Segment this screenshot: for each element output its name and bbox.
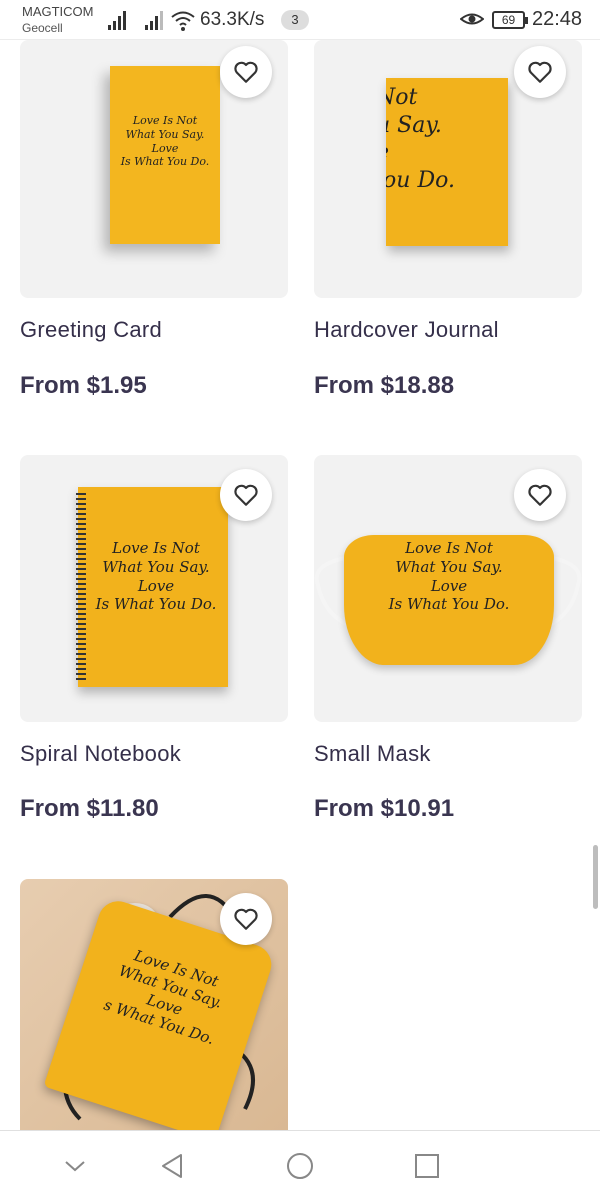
mask-artwork: Love Is Not What You Say. Love Is What Y… xyxy=(344,535,554,665)
heart-outline-icon xyxy=(528,484,552,506)
network-speed: 63.3K/s xyxy=(200,9,265,30)
heart-outline-icon xyxy=(234,61,258,83)
favorite-button[interactable] xyxy=(514,46,566,98)
chevron-down-icon xyxy=(65,1161,85,1172)
product-price: From $10.91 xyxy=(314,795,455,822)
home-circle-icon xyxy=(287,1153,313,1179)
scrollbar[interactable] xyxy=(593,845,598,909)
heart-outline-icon xyxy=(234,908,258,930)
back-triangle-icon xyxy=(162,1154,182,1178)
favorite-button[interactable] xyxy=(220,469,272,521)
artwork-text: Love Is Not What You Say. Love Is What Y… xyxy=(120,114,210,169)
wifi-icon xyxy=(171,11,195,31)
battery-icon: 69 xyxy=(492,11,528,29)
product-price: From $1.95 xyxy=(20,372,147,399)
product-card-apron[interactable]: Love Is Not What You Say. Love s What Yo… xyxy=(20,879,288,1130)
notebook-artwork: Love Is Not What You Say. Love Is What Y… xyxy=(76,487,228,687)
status-bar: MAGTICOM Geocell 63.3K/s 3 69 22:48 xyxy=(0,0,600,40)
product-title[interactable]: Spiral Notebook xyxy=(20,741,181,767)
home-button[interactable] xyxy=(283,1149,317,1183)
product-card-spiral-notebook[interactable]: Love Is Not What You Say. Love Is What Y… xyxy=(20,455,288,835)
product-card-hardcover-journal[interactable]: Not u Say. e lou Do. Hardcover Journal F… xyxy=(314,40,582,420)
back-button[interactable] xyxy=(155,1149,189,1183)
carrier-name: MAGTICOM xyxy=(22,4,94,19)
signal-2-icon xyxy=(145,10,167,30)
product-title[interactable]: Hardcover Journal xyxy=(314,317,499,343)
product-title[interactable]: Small Mask xyxy=(314,741,431,767)
artwork-text: Not u Say. e lou Do. xyxy=(386,85,455,193)
product-price: From $11.80 xyxy=(20,795,159,822)
system-navigation-bar xyxy=(0,1130,600,1200)
clock: 22:48 xyxy=(532,8,583,30)
favorite-button[interactable] xyxy=(220,46,272,98)
heart-outline-icon xyxy=(528,61,552,83)
favorite-button[interactable] xyxy=(514,469,566,521)
carrier-info: MAGTICOM Geocell xyxy=(22,4,94,36)
product-card-small-mask[interactable]: Love Is Not What You Say. Love Is What Y… xyxy=(314,455,582,835)
product-price: From $18.88 xyxy=(314,372,455,399)
recents-button[interactable] xyxy=(410,1149,444,1183)
artwork-text: Love Is Not What You Say. Love Is What Y… xyxy=(95,539,217,614)
journal-artwork: Not u Say. e lou Do. xyxy=(386,78,508,246)
hide-keyboard-button[interactable] xyxy=(58,1149,92,1183)
recents-square-icon xyxy=(415,1154,439,1178)
product-title[interactable]: Greeting Card xyxy=(20,317,162,343)
eye-comfort-icon xyxy=(460,13,484,25)
signal-icon xyxy=(108,10,130,30)
product-card-greeting-card[interactable]: Love Is Not What You Say. Love Is What Y… xyxy=(20,40,288,420)
heart-outline-icon xyxy=(234,484,258,506)
notification-count-badge: 3 xyxy=(281,10,309,30)
artwork-text: Love Is Not What You Say. Love Is What Y… xyxy=(388,539,510,614)
card-artwork: Love Is Not What You Say. Love Is What Y… xyxy=(110,66,220,244)
carrier-sub: Geocell xyxy=(22,21,63,35)
artwork-text: Love Is Not What You Say. Love s What Yo… xyxy=(101,946,225,1049)
favorite-button[interactable] xyxy=(220,893,272,945)
